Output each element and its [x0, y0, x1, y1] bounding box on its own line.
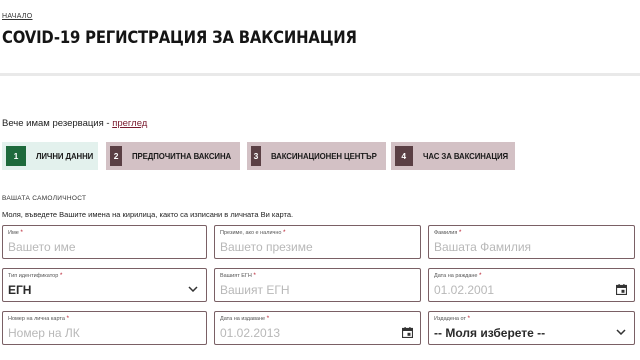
field-label: Дата на раждане *	[434, 272, 482, 279]
step-number: 1	[6, 146, 26, 166]
step-label: ВАКСИНАЦИОНЕН ЦЕНТЪР	[271, 151, 377, 161]
calendar-icon[interactable]	[401, 326, 413, 338]
field-label: Презиме, ако е налично *	[220, 229, 286, 236]
first-name-placeholder: Вашето име	[8, 240, 76, 254]
field-label: Име *	[8, 229, 23, 236]
issued-by-select[interactable]: Издадена от * -- Моля изберете --	[428, 311, 635, 345]
id-card-number-placeholder: Номер на ЛК	[8, 326, 80, 340]
reservation-view-link[interactable]: преглед	[112, 118, 147, 129]
issue-date-field[interactable]: Дата на издаване * 01.02.2013	[214, 311, 421, 345]
issue-date-placeholder: 01.02.2013	[220, 326, 281, 340]
first-name-field[interactable]: Име * Вашето име	[2, 225, 207, 259]
step-label: ЛИЧНИ ДАННИ	[35, 151, 94, 161]
step-personal-data[interactable]: 1 ЛИЧНИ ДАННИ	[2, 142, 98, 170]
chevron-down-icon	[615, 326, 627, 338]
section-hint: Моля, въведете Вашите имена на кирилица,…	[2, 210, 294, 219]
field-label: Фамилия *	[434, 229, 462, 236]
field-label: Тип идентификатор *	[8, 272, 63, 279]
page-title: COVID-19 РЕГИСТРАЦИЯ ЗА ВАКСИНАЦИЯ	[2, 28, 357, 47]
chevron-down-icon	[187, 283, 199, 295]
step-label: ПРЕДПОЧИТНА ВАКСИНА	[132, 151, 232, 161]
step-preferred-vaccine[interactable]: 2 ПРЕДПОЧИТНА ВАКСИНА	[106, 142, 240, 170]
middle-name-placeholder: Вашето презиме	[220, 240, 313, 254]
section-title: ВАШАТА САМОЛИЧНОСТ	[2, 195, 87, 202]
field-label: Номер на лична карта *	[8, 315, 69, 322]
header-divider	[0, 73, 640, 76]
birth-date-placeholder: 01.02.2001	[434, 283, 495, 297]
last-name-field[interactable]: Фамилия * Вашата Фамилия	[428, 225, 635, 259]
field-label: Дата на издаване *	[220, 315, 270, 322]
birth-date-field[interactable]: Дата на раждане * 01.02.2001	[428, 268, 635, 302]
field-label: Вашият ЕГН *	[220, 272, 256, 279]
id-type-value: ЕГН	[8, 283, 32, 297]
field-label: Издадена от *	[434, 315, 471, 322]
step-vaccination-time[interactable]: 4 ЧАС ЗА ВАКСИНАЦИЯ	[391, 142, 515, 170]
breadcrumb[interactable]: НАЧАЛО	[2, 13, 33, 20]
step-number: 2	[110, 146, 123, 166]
calendar-icon[interactable]	[615, 283, 627, 295]
middle-name-field[interactable]: Презиме, ако е налично * Вашето презиме	[214, 225, 421, 259]
reservation-row: Вече имам резервация - преглед	[2, 118, 147, 129]
egn-field[interactable]: Вашият ЕГН * Вашият ЕГН	[214, 268, 421, 302]
step-number: 4	[395, 146, 413, 166]
step-number: 3	[251, 146, 262, 166]
step-label: ЧАС ЗА ВАКСИНАЦИЯ	[422, 151, 508, 161]
reservation-text: Вече имам резервация -	[2, 118, 113, 129]
last-name-placeholder: Вашата Фамилия	[434, 240, 532, 254]
id-card-number-field[interactable]: Номер на лична карта * Номер на ЛК	[2, 311, 207, 345]
step-vaccination-center[interactable]: 3 ВАКСИНАЦИОНЕН ЦЕНТЪР	[247, 142, 386, 170]
issued-by-value: -- Моля изберете --	[434, 326, 546, 340]
egn-placeholder: Вашият ЕГН	[220, 283, 290, 297]
id-type-select[interactable]: Тип идентификатор * ЕГН	[2, 268, 207, 302]
